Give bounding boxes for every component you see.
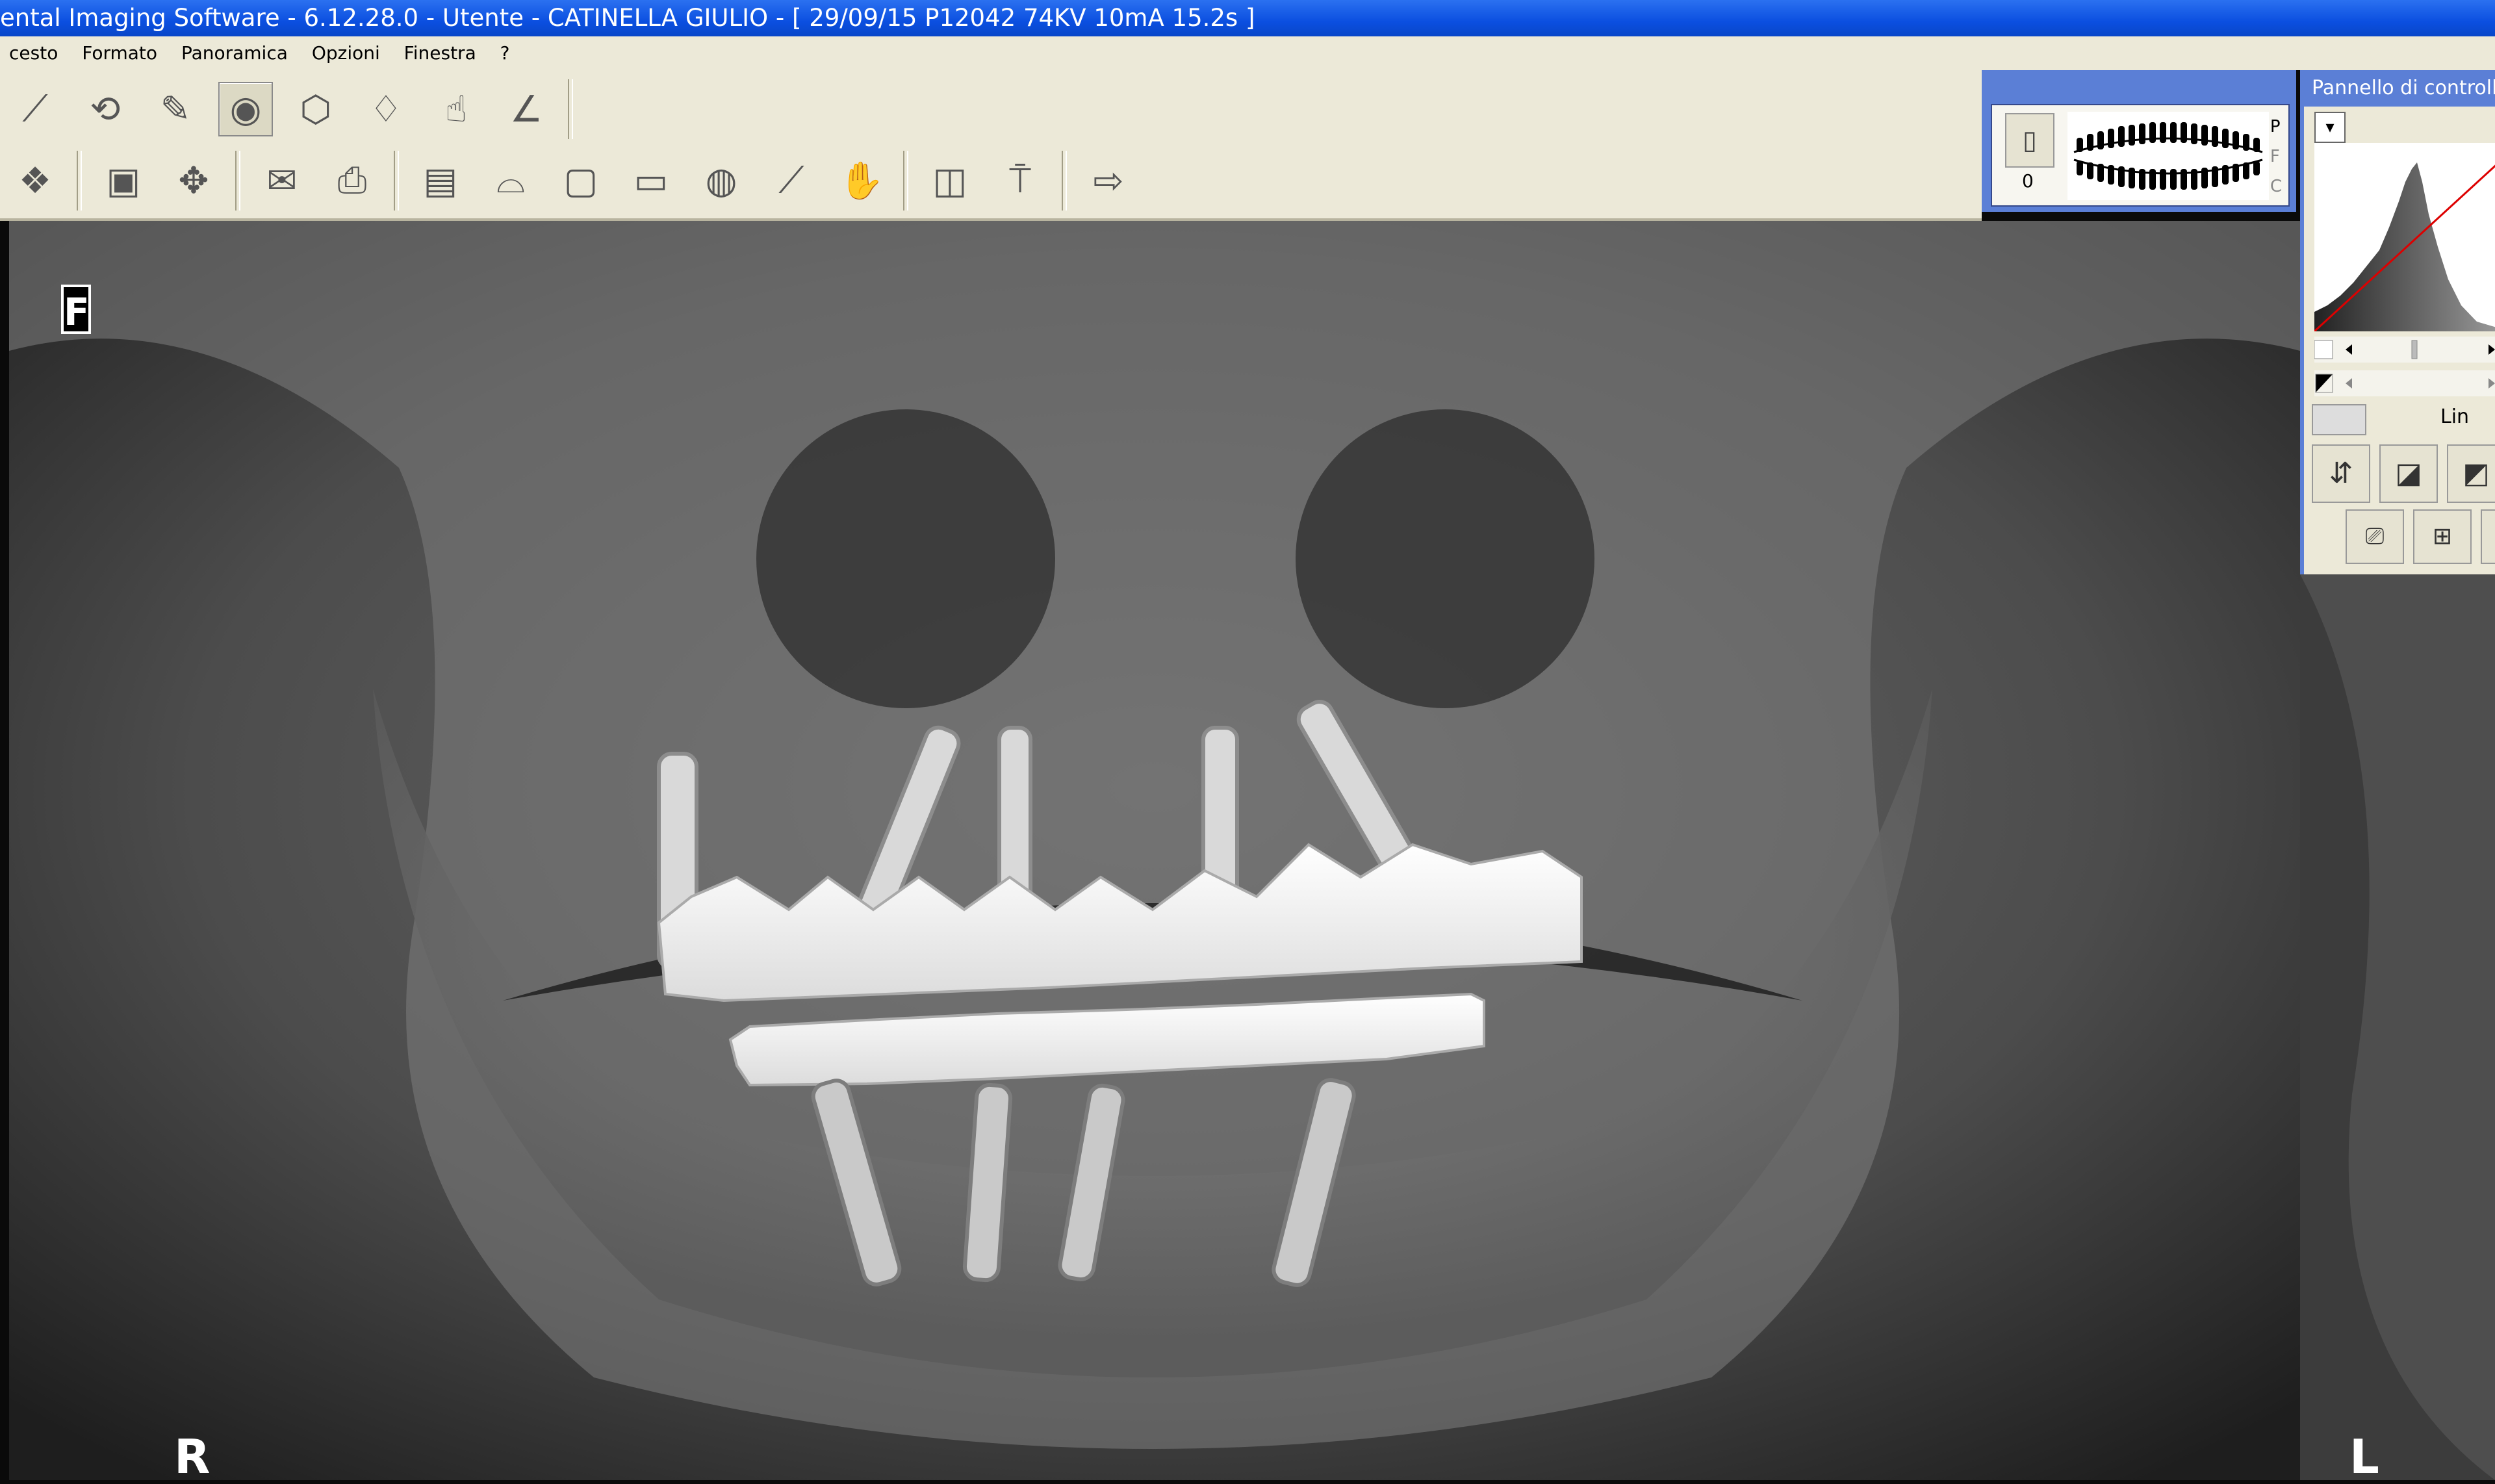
toolbar-area: ⟋ ⟲ ✎ ◉ ⬡ ♢ ☝ ∠ ❖ ▣ ✥ ✉ ⎙ ▤ ⌓ ▢ ▭ ◍ ⟋ ✋ … [0,70,1982,221]
menu-item-formato[interactable]: Formato [73,36,166,70]
brush-icon[interactable]: ⟋ [8,82,62,136]
reset-icon[interactable]: ⎚ [2346,509,2404,564]
thumbnail-letters: P F C [2270,112,2282,201]
dental-chart-thumbnail[interactable] [2067,112,2269,200]
pin-icon[interactable]: ⍑ [993,153,1047,208]
control-panel-tools: ⇵ ◪ ◩ [2312,444,2495,503]
menu-item-opzioni[interactable]: Opzioni [303,36,389,70]
color-map-icon[interactable]: ◩ [2447,444,2495,503]
tooth-xray-icon[interactable]: ▢ [554,153,608,208]
exit-icon[interactable]: ⇨ [1081,153,1136,208]
frame-icon[interactable]: ◫ [923,153,977,208]
hand-tool-icon[interactable]: ✋ [834,153,889,208]
toolbar-separator [235,151,240,211]
print-icon[interactable]: ⎙ [325,153,379,208]
apply-icon[interactable]: ⊞ [2413,509,2472,564]
toolbar-row-1: ⟋ ⟲ ✎ ◉ ⬡ ♢ ☝ ∠ [0,75,580,143]
thumbnail-count: 0 [2022,170,2034,192]
ruler-icon[interactable]: ⟋ [764,153,819,208]
letter-p: P [2270,117,2281,136]
window-title-bar: ental Imaging Software - 6.12.28.0 - Ute… [0,0,2495,36]
side-label-left: L [2349,1429,2379,1484]
menu-item-panoramica[interactable]: Panoramica [172,36,297,70]
move-icon[interactable]: ✥ [166,153,221,208]
menu-item-cesto[interactable]: cesto [0,36,67,70]
xray-image-right-edge [2300,574,2495,1480]
panoramic-icon[interactable]: ⌓ [483,153,538,208]
more-icon[interactable]: ▸ [2481,509,2495,564]
rotate-3d-icon[interactable]: ⟲ [78,82,133,136]
chevron-down-icon[interactable]: ▾ [2314,112,2346,143]
envelope-icon[interactable]: ✉ [255,153,309,208]
control-panel: Pannello di controllo ▾ Lin ⇵ ◪ ◩ ⎚ ⊞ [2300,70,2495,574]
contrast-slider[interactable] [2314,370,2495,396]
menu-bar: cesto Formato Panoramica Opzioni Finestr… [0,36,2495,70]
image-slot-icon[interactable]: ▯ [2005,113,2054,168]
film-icon[interactable]: ▤ [413,153,468,208]
thumbnail-panel: ▯ 0 P F C [1982,70,2296,212]
layers-icon[interactable]: ❖ [8,153,62,208]
toolbar-row-2: ❖ ▣ ✥ ✉ ⎙ ▤ ⌓ ▢ ▭ ◍ ⟋ ✋ ◫ ⍑ ⇨ [0,147,1144,214]
cr-icon[interactable]: ◍ [694,153,748,208]
side-label-right: R [174,1429,211,1484]
invert-icon[interactable]: ◪ [2379,444,2438,503]
toolbar-separator [568,79,573,139]
toolbar-separator [1062,151,1067,211]
window-title: ental Imaging Software - 6.12.28.0 - Ute… [0,4,1255,32]
control-panel-title: Pannello di controllo [2304,70,2495,107]
cassette-icon[interactable]: ▭ [624,153,678,208]
orientation-marker: F [61,285,91,334]
edit-icon[interactable]: ✎ [148,82,203,136]
toolbar-separator [903,151,908,211]
menu-item-help[interactable]: ? [491,36,519,70]
view-eye-icon[interactable]: ◉ [218,82,273,136]
curve-preset-button[interactable] [2312,404,2366,435]
tooth-icon[interactable]: ♢ [359,82,413,136]
cube-icon[interactable]: ⬡ [288,82,343,136]
histogram[interactable] [2313,143,2495,333]
pointer-icon[interactable]: ☝ [429,82,483,136]
measure-angle-icon[interactable]: ∠ [499,82,554,136]
thumbnail-frame: ▯ 0 P F C [1991,104,2290,207]
layout-icon[interactable]: ▣ [96,153,151,208]
letter-c: C [2270,177,2282,196]
curve-mode-label: Lin [2440,405,2470,428]
brightness-slider[interactable] [2314,337,2495,363]
flip-icon[interactable]: ⇵ [2312,444,2370,503]
control-panel-tools-2: ⎚ ⊞ ▸ [2346,509,2495,564]
menu-item-finestra[interactable]: Finestra [395,36,485,70]
toolbar-separator [394,151,399,211]
letter-f: F [2270,147,2280,166]
toolbar-separator [77,151,82,211]
panoramic-xray-image[interactable] [9,221,2300,1480]
